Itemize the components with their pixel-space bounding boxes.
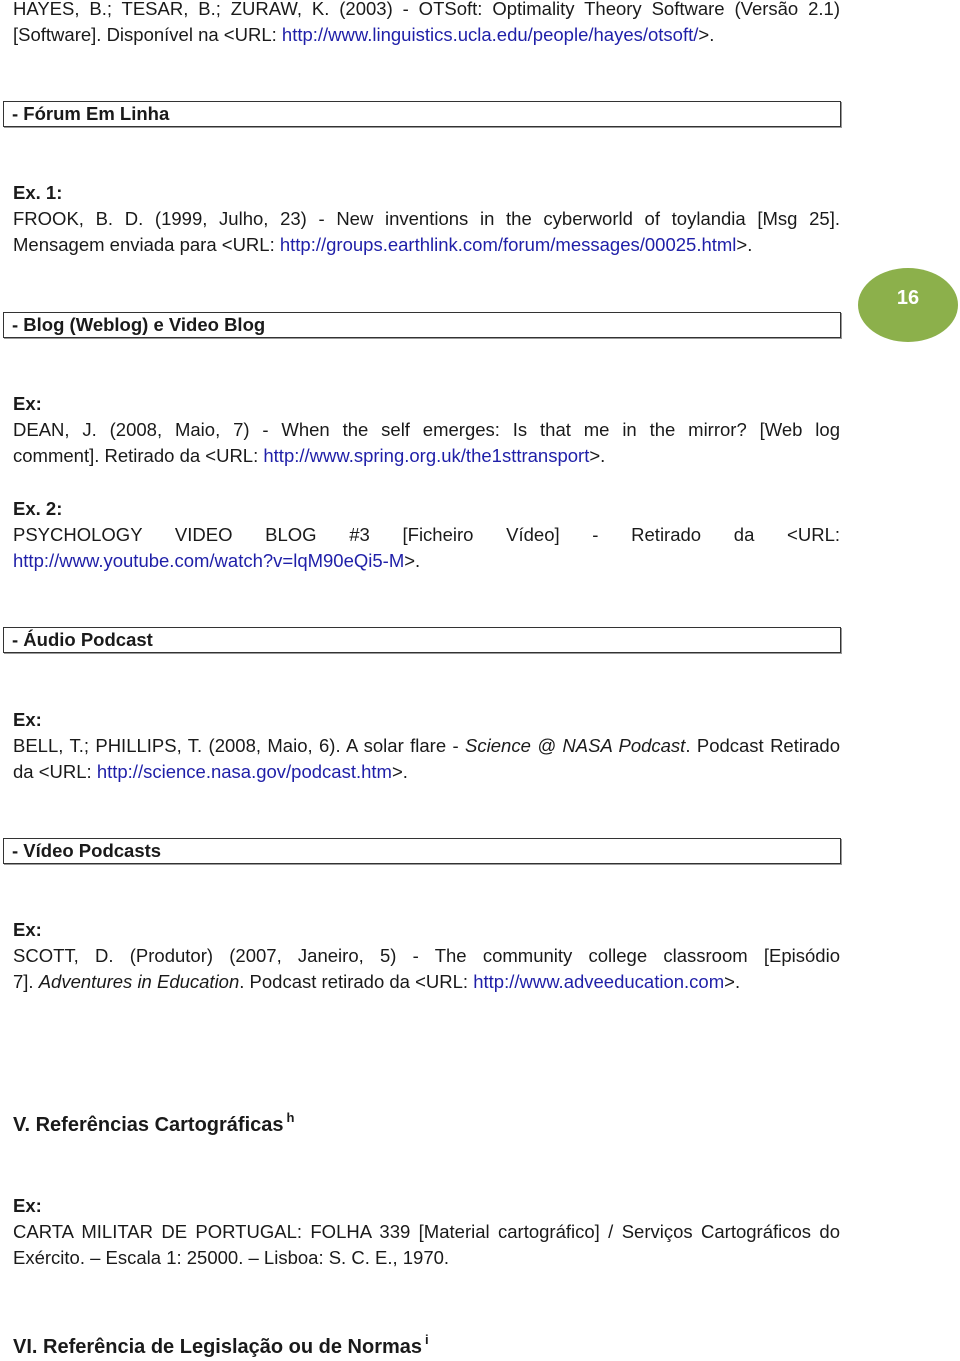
section-title: - Áudio Podcast (12, 629, 153, 650)
example-label: Ex: (13, 919, 42, 940)
reference-psychology-line1: PSYCHOLOGY VIDEO BLOG #3 [Ficheiro Vídeo… (13, 522, 840, 548)
reference-text: da <URL: (13, 761, 97, 782)
reference-text: Mensagem enviada para <URL: (13, 234, 280, 255)
youtube-link[interactable]: http://www.youtube.com/watch?v=lqM90eQi5… (13, 550, 404, 571)
section-box-audio-podcast: - Áudio Podcast (3, 627, 841, 653)
reference-text: . Podcast retirado da <URL: (239, 971, 474, 992)
heading-legislation: VI. Referência de Legislação ou de Norma… (13, 1326, 429, 1361)
reference-text: >. (698, 24, 715, 45)
nasa-link[interactable]: http://science.nasa.gov/podcast.htm (97, 761, 392, 782)
reference-frook-line2: Mensagem enviada para <URL: http://group… (13, 232, 840, 258)
reference-text: >. (724, 971, 741, 992)
podcast-title: Science @ NASA Podcast (465, 735, 686, 756)
section-title: - Vídeo Podcasts (12, 840, 162, 861)
reference-text: >. (589, 445, 606, 466)
section-box-forum: - Fórum Em Linha (3, 101, 841, 127)
heading-cartographic: V. Referências Cartográficas h (13, 1104, 294, 1139)
reference-scott-line2: 7]. Adventures in Education. Podcast ret… (13, 969, 840, 995)
reference-hayes-line2: [Software]. Disponível na <URL: http://w… (13, 22, 840, 48)
reference-text: . Podcast Retirado (685, 735, 840, 756)
reference-text: comment]. Retirado da <URL: (13, 445, 264, 466)
footnote-marker: h (286, 1110, 295, 1125)
reference-frook-line1: FROOK, B. D. (1999, Julho, 23) - New inv… (13, 206, 840, 232)
otsoft-link[interactable]: http://www.linguistics.ucla.edu/people/h… (282, 24, 699, 45)
reference-text: Exército. – Escala 1: 25000. – Lisboa: S… (13, 1247, 450, 1268)
heading-text: V. Referências Cartográficas (13, 1114, 284, 1136)
reference-hayes-line1: HAYES, B.; TESAR, B.; ZURAW, K. (2003) -… (13, 0, 840, 22)
section-box-video-podcasts: - Vídeo Podcasts (3, 838, 841, 864)
series-title: Adventures in Education (38, 971, 240, 992)
example-label: Ex: (13, 709, 42, 730)
reference-text: CARTA MILITAR DE PORTUGAL: FOLHA 339 [Ma… (13, 1221, 840, 1242)
example-label: Ex. 1: (13, 182, 63, 203)
section-title: - Blog (Weblog) e Video Blog (12, 314, 266, 335)
reference-bell-line2: da <URL: http://science.nasa.gov/podcast… (13, 759, 840, 785)
earthlink-link[interactable]: http://groups.earthlink.com/forum/messag… (280, 234, 737, 255)
spring-link[interactable]: http://www.spring.org.uk/the1sttransport (263, 445, 589, 466)
example-label: Ex. 2: (13, 498, 63, 519)
footnote-marker: i (425, 1332, 429, 1347)
reference-text: [Software]. Disponível na <URL: (13, 24, 282, 45)
section-box-blog: - Blog (Weblog) e Video Blog (3, 312, 841, 338)
reference-dean-line1: DEAN, J. (2008, Maio, 7) - When the self… (13, 417, 840, 443)
reference-text: BELL, T.; PHILLIPS, T. (2008, Maio, 6). … (13, 735, 466, 756)
reference-text: HAYES, B.; TESAR, B.; ZURAW, K. (2003) -… (13, 0, 840, 19)
reference-scott-line1: SCOTT, D. (Produtor) (2007, Janeiro, 5) … (13, 943, 840, 969)
reference-carta-line1: CARTA MILITAR DE PORTUGAL: FOLHA 339 [Ma… (13, 1219, 840, 1245)
reference-text: FROOK, B. D. (1999, Julho, 23) - New inv… (13, 208, 840, 229)
reference-bell-line1: BELL, T.; PHILLIPS, T. (2008, Maio, 6). … (13, 733, 840, 759)
reference-text: PSYCHOLOGY VIDEO BLOG #3 [Ficheiro Vídeo… (13, 524, 840, 545)
reference-psychology-line2: http://www.youtube.com/watch?v=lqM90eQi5… (13, 548, 840, 574)
reference-text: >. (391, 761, 408, 782)
reference-text: 7]. (13, 971, 39, 992)
example-label: Ex: (13, 1195, 42, 1216)
section-title: - Fórum Em Linha (12, 103, 170, 124)
example-label: Ex: (13, 393, 42, 414)
reference-text: DEAN, J. (2008, Maio, 7) - When the self… (13, 419, 840, 440)
page-number-badge: 16 (858, 268, 958, 342)
reference-dean-line2: comment]. Retirado da <URL: http://www.s… (13, 443, 840, 469)
reference-text: >. (736, 234, 753, 255)
reference-text: SCOTT, D. (Produtor) (2007, Janeiro, 5) … (13, 945, 840, 966)
reference-text: >. (404, 550, 421, 571)
reference-carta-line2: Exército. – Escala 1: 25000. – Lisboa: S… (13, 1245, 840, 1271)
adveeducation-link[interactable]: http://www.adveeducation.com (473, 971, 724, 992)
